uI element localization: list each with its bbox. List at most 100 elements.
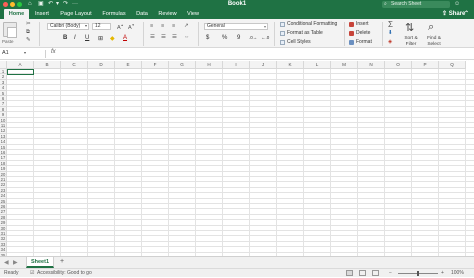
tab-page-layout[interactable]: Page Layout: [56, 9, 96, 19]
tab-insert[interactable]: Insert: [31, 9, 53, 19]
paste-label: Paste: [2, 39, 14, 44]
tab-home[interactable]: Home: [4, 9, 29, 19]
column-header[interactable]: L: [304, 61, 331, 69]
sort-filter-label[interactable]: Sort & Filter: [400, 36, 422, 48]
gridline: [7, 84, 474, 86]
column-header[interactable]: H: [196, 61, 223, 69]
merge-cells-icon[interactable]: ⇔: [184, 34, 190, 40]
name-box[interactable]: A1: [2, 50, 22, 57]
selected-cell[interactable]: [7, 69, 34, 76]
font-name-select[interactable]: Calibri (Body): [47, 23, 89, 30]
page-break-view-icon[interactable]: [372, 270, 379, 276]
gridline: [7, 203, 474, 204]
find-select-label[interactable]: Find & Select: [423, 36, 445, 48]
status-bar: Ready ☑ Accessibility: Good to go − + 10…: [0, 268, 474, 277]
currency-button[interactable]: $: [206, 35, 209, 41]
decrease-font-icon[interactable]: A▼: [128, 23, 135, 31]
chevron-down-icon: ▾: [85, 23, 88, 28]
tab-view[interactable]: View: [183, 9, 203, 19]
format-cells-button[interactable]: Format: [349, 39, 372, 46]
previous-sheet-icon[interactable]: ◀: [4, 259, 9, 266]
chevron-down-icon[interactable]: ▾: [24, 50, 26, 55]
page-layout-view-icon[interactable]: [359, 270, 366, 276]
spreadsheet-grid[interactable]: A B C D E F G H I J K L M N O P Q 1 2 3 4 5 6 7 8 9 10 11 12 13 14 15 16…: [0, 61, 474, 256]
column-header[interactable]: E: [115, 61, 142, 69]
cell-styles-button[interactable]: Cell Styles: [280, 39, 311, 46]
align-bottom-icon[interactable]: ≡: [172, 23, 175, 29]
increase-decimal-icon[interactable]: .0→: [249, 35, 257, 40]
insert-cells-button[interactable]: Insert: [349, 21, 369, 28]
cut-icon[interactable]: ✂: [26, 21, 31, 27]
column-header[interactable]: B: [34, 61, 61, 69]
fx-icon[interactable]: fx: [51, 49, 56, 55]
gridline: [7, 111, 474, 113]
column-header[interactable]: Q: [439, 61, 466, 69]
column-header[interactable]: G: [169, 61, 196, 69]
account-icon[interactable]: ☺: [454, 0, 460, 9]
formula-input[interactable]: [62, 49, 472, 58]
delete-cells-button[interactable]: Delete: [349, 30, 370, 37]
number-format-select[interactable]: General ▾: [204, 23, 268, 30]
sheet-tab[interactable]: Sheet1: [26, 257, 54, 268]
normal-view-icon[interactable]: [346, 270, 353, 276]
gridline: [114, 69, 115, 256]
column-header[interactable]: O: [385, 61, 412, 69]
tab-formulas[interactable]: Formulas: [99, 9, 129, 19]
increase-font-icon[interactable]: A▲: [117, 23, 124, 31]
comma-style-button[interactable]: 9: [237, 35, 240, 41]
align-center-icon[interactable]: ☰: [161, 34, 166, 40]
ribbon-collapse-icon[interactable]: ⌃: [464, 9, 469, 19]
select-all-corner[interactable]: [0, 61, 7, 69]
format-as-table-button[interactable]: Format as Table: [280, 30, 323, 37]
align-right-icon[interactable]: ☰: [172, 34, 177, 40]
share-button[interactable]: ⇪ Share: [442, 9, 465, 19]
percent-button[interactable]: %: [222, 35, 227, 41]
column-header[interactable]: P: [412, 61, 439, 69]
find-select-icon[interactable]: ⌕: [428, 21, 434, 34]
conditional-formatting-icon: [280, 22, 285, 27]
gridline: [7, 95, 474, 96]
column-header[interactable]: D: [88, 61, 115, 69]
tab-review[interactable]: Review: [155, 9, 180, 19]
column-header[interactable]: I: [223, 61, 250, 69]
sort-filter-icon[interactable]: ⇅: [405, 21, 414, 34]
paste-icon[interactable]: [3, 22, 17, 38]
clear-icon[interactable]: ◈: [388, 39, 392, 45]
autosum-icon[interactable]: Σ: [388, 20, 393, 29]
bold-button[interactable]: B: [63, 35, 67, 41]
align-top-icon[interactable]: ≡: [150, 23, 153, 29]
column-header[interactable]: N: [358, 61, 385, 69]
italic-button[interactable]: I: [74, 35, 76, 41]
column-header[interactable]: A: [7, 61, 34, 69]
format-painter-icon[interactable]: ✎: [26, 37, 31, 43]
gridline: [60, 69, 61, 256]
zoom-slider-handle[interactable]: [417, 271, 419, 276]
column-header[interactable]: J: [250, 61, 277, 69]
conditional-formatting-button[interactable]: Conditional Formatting: [280, 21, 337, 28]
tab-data[interactable]: Data: [132, 9, 152, 19]
fill-icon[interactable]: ⬇: [388, 30, 393, 36]
align-middle-icon[interactable]: ≡: [161, 23, 164, 29]
decrease-decimal-icon[interactable]: ←.0: [261, 35, 269, 40]
column-header[interactable]: C: [61, 61, 88, 69]
gridline: [249, 69, 250, 256]
add-sheet-button[interactable]: +: [60, 258, 64, 265]
column-header[interactable]: M: [331, 61, 358, 69]
fill-color-icon[interactable]: ◆: [110, 35, 115, 42]
column-header[interactable]: K: [277, 61, 304, 69]
gridline: [7, 230, 474, 231]
gridline: [33, 69, 34, 256]
font-color-icon[interactable]: A: [123, 35, 127, 41]
next-sheet-icon[interactable]: ▶: [13, 259, 18, 266]
column-header[interactable]: F: [142, 61, 169, 69]
font-size-select[interactable]: 12: [92, 23, 111, 30]
search-placeholder: Search Sheet: [391, 1, 422, 7]
title-bar: ⌂ ▣ ↶ ▾ ↷ ··· Book1 ⌕ Search Sheet ☺: [0, 0, 474, 9]
underline-button[interactable]: U: [85, 35, 89, 41]
search-input[interactable]: ⌕ Search Sheet: [382, 1, 450, 8]
copy-icon[interactable]: ⧉: [26, 29, 30, 36]
orientation-icon[interactable]: ↗: [184, 23, 189, 29]
divider: [45, 50, 46, 58]
borders-icon[interactable]: ⊞: [98, 35, 103, 42]
align-left-icon[interactable]: ☰: [150, 34, 155, 40]
